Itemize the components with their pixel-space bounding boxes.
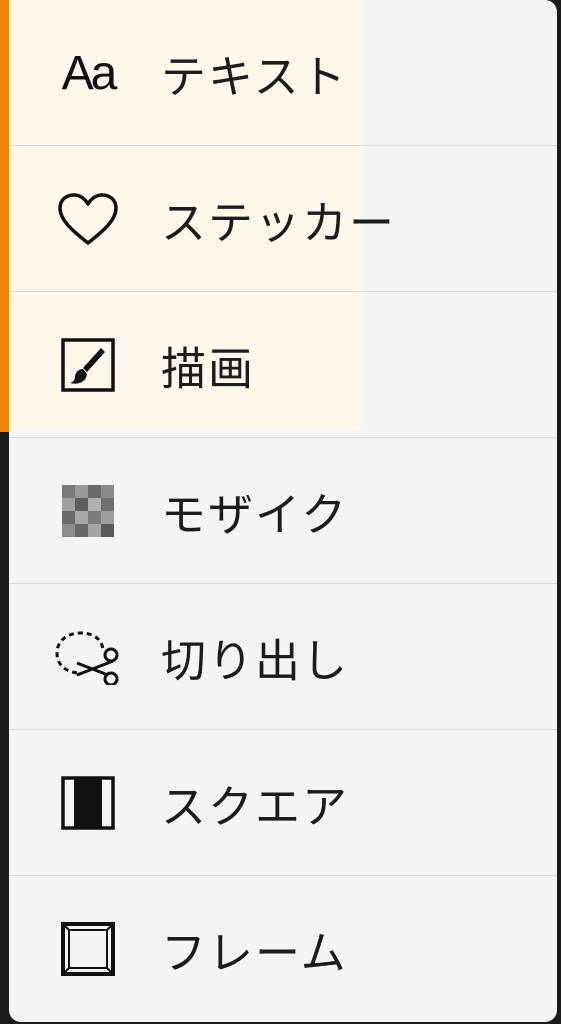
text-aa-icon: Aa <box>61 46 118 100</box>
square-crop-icon <box>55 770 121 836</box>
menu-item-label: ステッカー <box>161 196 397 250</box>
scissors-icon <box>55 624 121 690</box>
edit-menu-panel: Aa テキスト ステッカー 描画 モザイク 切り出し スクエア フレーム <box>9 0 557 1022</box>
menu-item-label: モザイク <box>161 488 349 542</box>
menu-item-text[interactable]: Aa テキスト <box>9 0 557 146</box>
menu-item-sticker[interactable]: ステッカー <box>9 146 557 292</box>
menu-item-square[interactable]: スクエア <box>9 730 557 876</box>
menu-item-label: スクエア <box>161 780 350 834</box>
menu-item-label: 描画 <box>161 342 256 396</box>
menu-item-label: テキスト <box>161 50 348 104</box>
mosaic-icon <box>55 478 121 544</box>
frame-icon <box>55 916 121 982</box>
menu-item-cutout[interactable]: 切り出し <box>9 584 557 730</box>
menu-item-frame[interactable]: フレーム <box>9 876 557 1022</box>
menu-item-mosaic[interactable]: モザイク <box>9 438 557 584</box>
menu-item-label: フレーム <box>161 926 348 980</box>
menu-item-label: 切り出し <box>161 634 350 688</box>
paintbrush-icon <box>55 332 121 398</box>
menu-item-draw[interactable]: 描画 <box>9 292 557 438</box>
heart-icon <box>55 186 121 252</box>
